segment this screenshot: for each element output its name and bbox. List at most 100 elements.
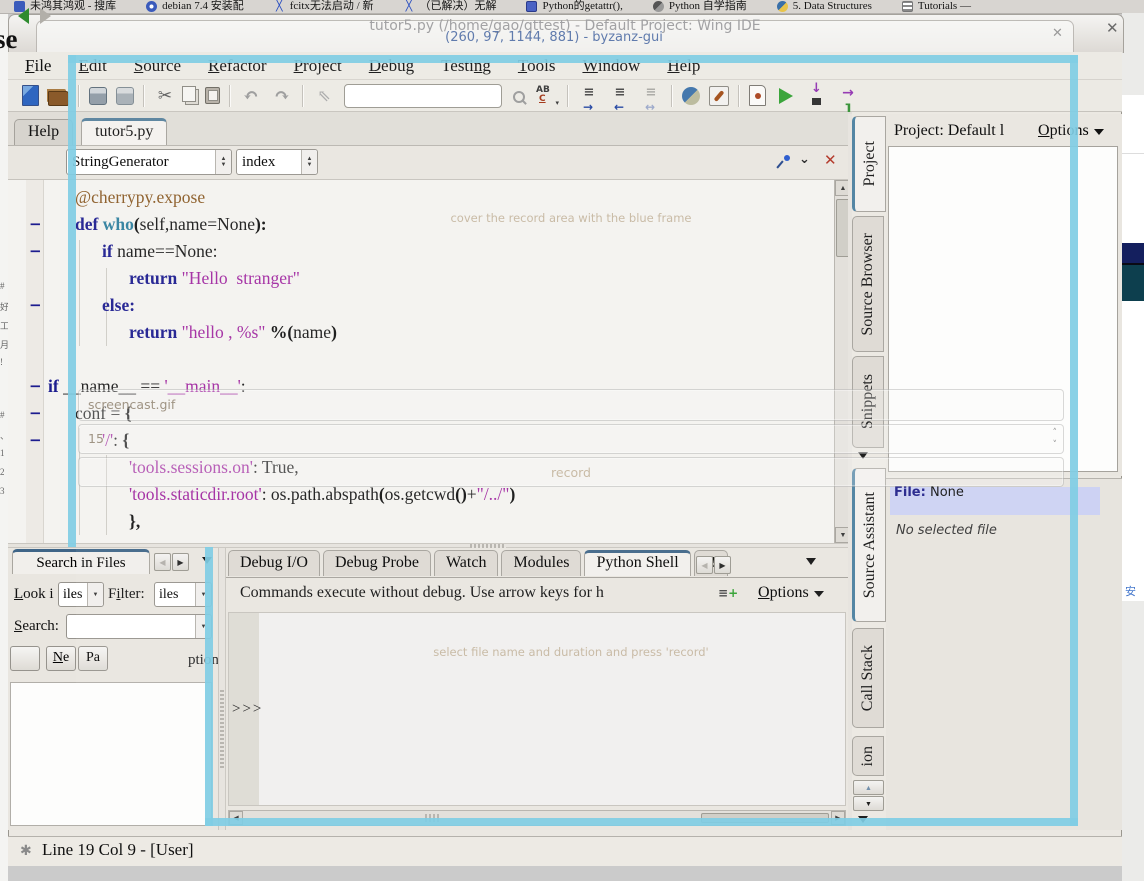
look-in-combo[interactable]: iles ▼ <box>58 582 104 607</box>
side-tab-call-stack[interactable]: Call Stack <box>852 628 884 728</box>
select-icon[interactable] <box>313 85 335 107</box>
scroll-right-icon[interactable]: ▶ <box>831 811 845 825</box>
recorder-duration-spinner[interactable]: 15 ˄˅ <box>78 424 1064 454</box>
search-results-list[interactable] <box>10 682 212 826</box>
close-icon[interactable]: ✕ <box>1052 26 1063 41</box>
search-combo[interactable]: ▼ <box>66 614 212 639</box>
menu-file[interactable]: File <box>25 56 51 76</box>
menu-source[interactable]: Source <box>134 56 181 76</box>
spinner-icon[interactable]: ▲▼ <box>301 150 317 174</box>
menu-debug[interactable]: Debug <box>369 56 414 76</box>
side-tab-project[interactable]: Project <box>852 116 886 212</box>
code-lines[interactable]: @cherrypy.exposedef who(self,name=None):… <box>8 180 834 543</box>
indent-match-icon[interactable]: ≡↔ <box>640 85 662 107</box>
browser-tab[interactable]: 未鸿其鸿观 - 搜库 <box>14 0 116 13</box>
side-tab-source-assistant[interactable]: Source Assistant <box>852 468 886 622</box>
open-icon[interactable] <box>48 91 69 106</box>
search-button[interactable] <box>10 646 40 671</box>
indent-out-icon[interactable]: ≡← <box>609 85 631 107</box>
project-options-button[interactable]: Options <box>1038 122 1104 140</box>
menu-window[interactable]: Window <box>582 56 640 76</box>
dropdown-icon[interactable]: ▼ <box>87 583 103 606</box>
scroll-left-icon[interactable]: ◀ <box>229 811 243 825</box>
recorder-filename-input[interactable]: screencast.gif <box>78 389 1064 421</box>
search-button-ne[interactable]: Ne <box>46 646 76 671</box>
tab-group-menu-icon[interactable] <box>858 816 868 823</box>
recorder-hint-text: select file name and duration and press … <box>346 645 796 659</box>
save-all-icon[interactable] <box>116 87 134 105</box>
menu-edit[interactable]: Edit <box>78 56 106 76</box>
browser-tab[interactable]: 5. Data Structures <box>777 0 872 13</box>
python-shell[interactable]: >>> <box>228 612 846 806</box>
splitter-grip[interactable] <box>220 688 224 768</box>
close-editor-icon[interactable]: ✕ <box>824 151 837 169</box>
cut-icon[interactable] <box>154 85 176 107</box>
python-icon[interactable] <box>682 87 700 105</box>
tab-scroll-left-icon[interactable]: ◀ <box>154 553 171 571</box>
search-icon-icon[interactable] <box>511 89 525 103</box>
browser-tab[interactable]: Python 自学指南 <box>653 0 747 13</box>
menu-testing[interactable]: Testing <box>441 56 491 76</box>
run-icon[interactable] <box>775 85 797 107</box>
stop-icon[interactable]: ↓ <box>806 85 828 107</box>
tab-scroll-up-icon[interactable]: ▲ <box>853 780 884 795</box>
close-icon[interactable]: ✕ <box>1106 19 1119 37</box>
search-button-pa[interactable]: Pa <box>78 646 108 671</box>
editor-tab-tutor5-py[interactable]: tutor5.py <box>81 118 167 145</box>
filter-combo[interactable]: iles ▼ <box>154 582 212 607</box>
dropdown-icon[interactable]: ▼ <box>195 615 211 638</box>
tab-scroll-left-icon[interactable]: ◀ <box>696 556 713 574</box>
tab-scroll-right-icon[interactable]: ▶ <box>714 556 731 574</box>
menu-tools[interactable]: Tools <box>518 56 556 76</box>
tab-python-shell[interactable]: Python Shell <box>584 550 690 576</box>
side-tab-source-browser[interactable]: Source Browser <box>852 216 884 352</box>
spinner-icon[interactable]: ˄˅ <box>1053 427 1058 451</box>
panel-menu-icon[interactable] <box>806 558 816 565</box>
tab-watch[interactable]: Watch <box>434 550 498 576</box>
record-button[interactable]: record <box>78 457 1064 487</box>
paste-icon[interactable] <box>205 87 220 104</box>
save-icon[interactable] <box>89 87 107 105</box>
browser-tab[interactable]: debian 7.4 安装配 <box>146 0 244 13</box>
copy-icon[interactable] <box>182 86 196 102</box>
shell-options-button[interactable]: Options <box>758 584 824 602</box>
scope-member-combo[interactable]: index ▲▼ <box>236 149 318 175</box>
configure-icon[interactable] <box>709 86 729 106</box>
panel-menu-icon[interactable] <box>202 557 212 564</box>
new-shell-icon[interactable]: ≡+ <box>718 586 738 600</box>
tab-modules[interactable]: Modules <box>501 550 581 576</box>
scrollbar-thumb[interactable] <box>701 813 829 823</box>
indent-in-icon[interactable]: ≡→ <box>578 85 600 107</box>
chevron-down-icon[interactable]: ⌄ <box>799 152 810 167</box>
tab-search-in-files[interactable]: Search in Files <box>12 549 150 574</box>
tab-debug-probe[interactable]: Debug Probe <box>323 550 431 576</box>
scrollbar-grip[interactable] <box>425 814 439 822</box>
tab-debug-i-o[interactable]: Debug I/O <box>228 550 320 576</box>
menu-project[interactable]: Project <box>294 56 342 76</box>
step-into-icon[interactable]: →] <box>837 85 859 107</box>
bug-icon[interactable]: ✱ <box>20 843 32 860</box>
toolbar-search-input[interactable] <box>344 84 502 108</box>
new-file-icon[interactable] <box>22 85 39 106</box>
shell-horizontal-scrollbar[interactable]: ◀ ▶ <box>228 810 846 826</box>
scope-class-combo[interactable]: StringGenerator ▲▼ <box>66 149 232 175</box>
dropdown-icon[interactable]: ▼ <box>195 583 211 606</box>
menu-refactor[interactable]: Refactor <box>208 56 267 76</box>
tab-scroll-down-icon[interactable]: ▼ <box>853 796 884 811</box>
spinner-icon[interactable]: ▲▼ <box>215 150 231 174</box>
editor-tab-help[interactable]: Help <box>14 119 73 145</box>
menu-help[interactable]: Help <box>667 56 700 76</box>
indent-guide <box>79 240 80 346</box>
breakpoint-file-icon[interactable] <box>749 85 766 106</box>
browser-tab[interactable]: Python的getattr(), <box>526 0 622 13</box>
redo-icon[interactable] <box>271 85 293 107</box>
undo-icon[interactable] <box>240 85 262 107</box>
browser-tab[interactable]: Tutorials — <box>902 0 971 13</box>
code-line: }, <box>129 508 140 535</box>
browser-tab[interactable]: ╳（已解决）无解 <box>403 0 496 13</box>
side-tab-ion[interactable]: ion <box>852 736 884 776</box>
tab-scroll-right-icon[interactable]: ▶ <box>172 553 189 571</box>
browser-tab[interactable]: ╳fcitx无法启动 / 新 <box>274 0 374 13</box>
pin-icon[interactable] <box>776 153 792 169</box>
replace-menu-icon[interactable]: ABC▾ <box>534 85 558 107</box>
